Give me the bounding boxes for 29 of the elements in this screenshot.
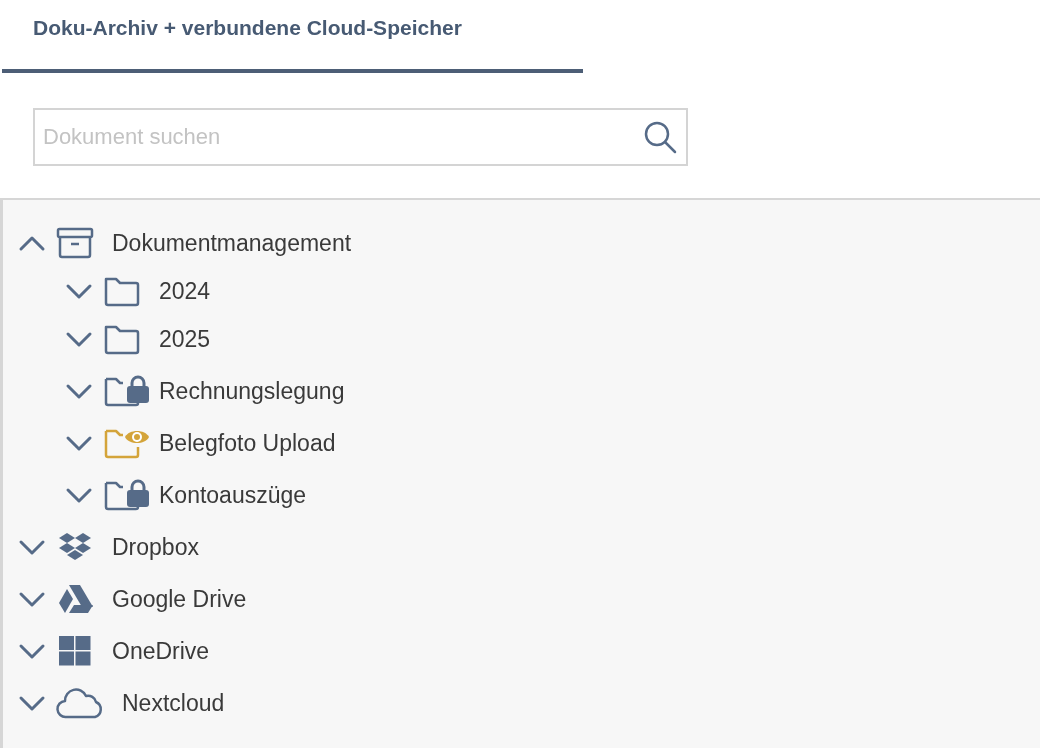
tab[interactable]: Doku-Archiv + verbundene Cloud-Speicher	[2, 0, 583, 73]
chevron-icon[interactable]	[65, 382, 93, 400]
tree-item-label[interactable]: 2024	[159, 277, 211, 305]
chevron-icon[interactable]	[65, 486, 93, 504]
tree-item-label[interactable]: Dokumentmanagement	[112, 229, 352, 257]
tree-item-label[interactable]: 2025	[159, 325, 211, 353]
tree-item-label[interactable]: OneDrive	[112, 637, 210, 665]
chevron-icon[interactable]	[18, 234, 46, 252]
tree-item-label[interactable]: Nextcloud	[122, 689, 225, 717]
triangle-icon	[56, 583, 94, 615]
tree-item-label[interactable]: Kontoauszüge	[159, 481, 307, 509]
tree-item-label[interactable]: Rechnungslegung	[159, 377, 345, 405]
tree-item-label[interactable]: Dropbox	[112, 533, 199, 561]
cloud-icon	[56, 687, 104, 719]
chevron-icon[interactable]	[65, 282, 93, 300]
chevron-icon[interactable]	[18, 590, 46, 608]
folder-icon	[103, 323, 141, 355]
tree-item-label[interactable]: Google Drive	[112, 585, 247, 613]
archive-box-icon	[56, 227, 94, 259]
tree-item-label[interactable]: Belegfoto Upload	[159, 429, 336, 457]
search-field[interactable]: Dokument suchen	[33, 108, 688, 166]
chevron-icon[interactable]	[18, 538, 46, 556]
search-icon[interactable]	[642, 119, 678, 155]
chevron-icon[interactable]	[18, 694, 46, 712]
chevron-icon[interactable]	[65, 330, 93, 348]
chevron-icon[interactable]	[18, 642, 46, 660]
folder-icon	[103, 275, 141, 307]
window-grid-icon	[56, 635, 94, 667]
chevron-icon[interactable]	[65, 434, 93, 452]
